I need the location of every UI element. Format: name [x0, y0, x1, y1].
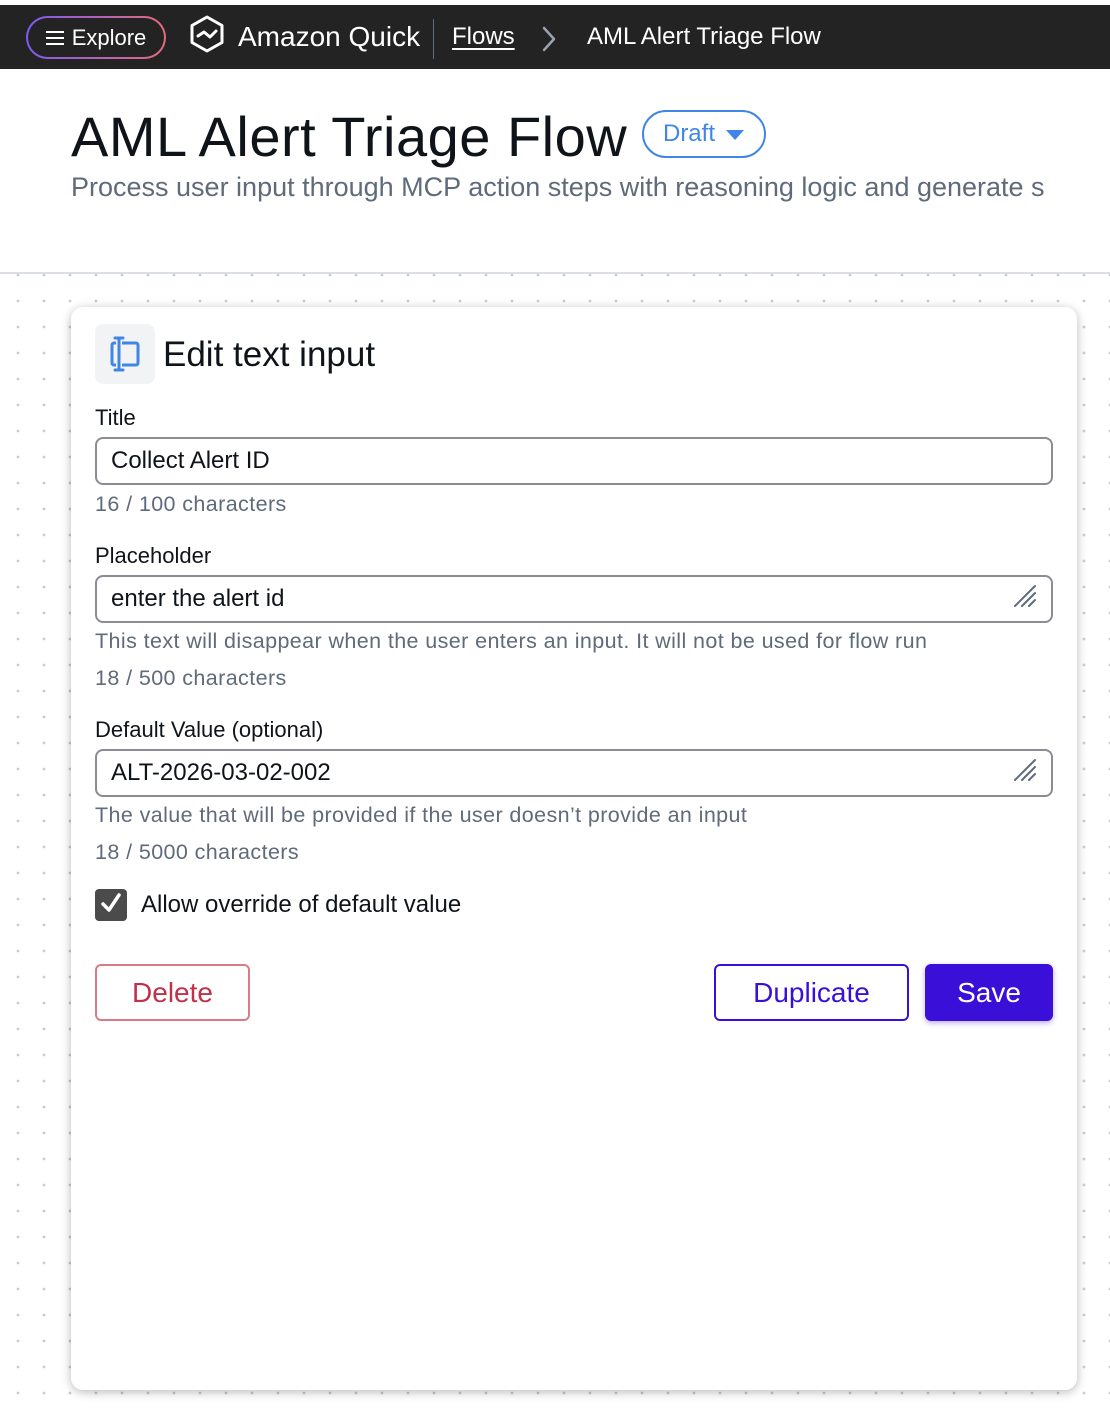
default-value-textarea-value: ALT-2026-03-02-002	[111, 759, 331, 786]
title-input[interactable]: Collect Alert ID	[95, 437, 1053, 485]
menu-icon	[45, 30, 64, 46]
breadcrumb-current: AML Alert Triage Flow	[587, 23, 821, 50]
title-input-value: Collect Alert ID	[111, 447, 270, 474]
placeholder-label: Placeholder	[95, 543, 212, 568]
explore-button[interactable]: Explore	[26, 16, 166, 59]
brand[interactable]: Amazon Quick	[188, 15, 421, 57]
page-title: AML Alert Triage Flow	[71, 105, 628, 168]
explore-label: Explore	[71, 24, 147, 50]
resize-handle-icon[interactable]	[1011, 756, 1037, 789]
allow-override-label[interactable]: Allow override of default value	[141, 891, 461, 919]
resize-handle-icon[interactable]	[1011, 582, 1037, 615]
save-button[interactable]: Save	[925, 964, 1053, 1021]
default-value-char-count: 18 / 5000 characters	[95, 840, 300, 864]
caret-down-icon	[725, 120, 745, 148]
amazon-quick-logo-icon	[188, 14, 226, 61]
breadcrumb-flows-link[interactable]: Flows	[452, 23, 515, 51]
status-dropdown[interactable]: Draft	[642, 110, 766, 158]
nav-divider	[433, 19, 434, 59]
placeholder-char-count: 18 / 500 characters	[95, 666, 287, 690]
title-label: Title	[95, 405, 136, 430]
placeholder-textarea[interactable]: enter the alert id	[95, 575, 1053, 623]
text-input-icon	[95, 324, 155, 384]
default-value-label: Default Value (optional)	[95, 717, 324, 742]
edit-text-input-panel: Edit text input Title Collect Alert ID 1…	[71, 307, 1077, 1390]
allow-override-checkbox[interactable]	[95, 889, 127, 921]
status-label: Draft	[662, 120, 715, 147]
checkmark-icon	[99, 891, 123, 920]
placeholder-textarea-value: enter the alert id	[111, 585, 285, 612]
duplicate-button[interactable]: Duplicate	[714, 964, 909, 1021]
page-description: Process user input through MCP action st…	[71, 172, 1045, 202]
delete-button[interactable]: Delete	[95, 964, 250, 1021]
top-nav-bar: Explore Amazon Quick Flows AML Alert Tri…	[0, 5, 1110, 69]
panel-title: Edit text input	[163, 335, 376, 374]
default-value-hint: The value that will be provided if the u…	[95, 803, 748, 827]
default-value-textarea[interactable]: ALT-2026-03-02-002	[95, 749, 1053, 797]
brand-name: Amazon Quick	[238, 21, 421, 52]
title-char-count: 16 / 100 characters	[95, 492, 287, 516]
chevron-right-icon	[539, 25, 559, 58]
placeholder-hint: This text will disappear when the user e…	[95, 629, 928, 653]
